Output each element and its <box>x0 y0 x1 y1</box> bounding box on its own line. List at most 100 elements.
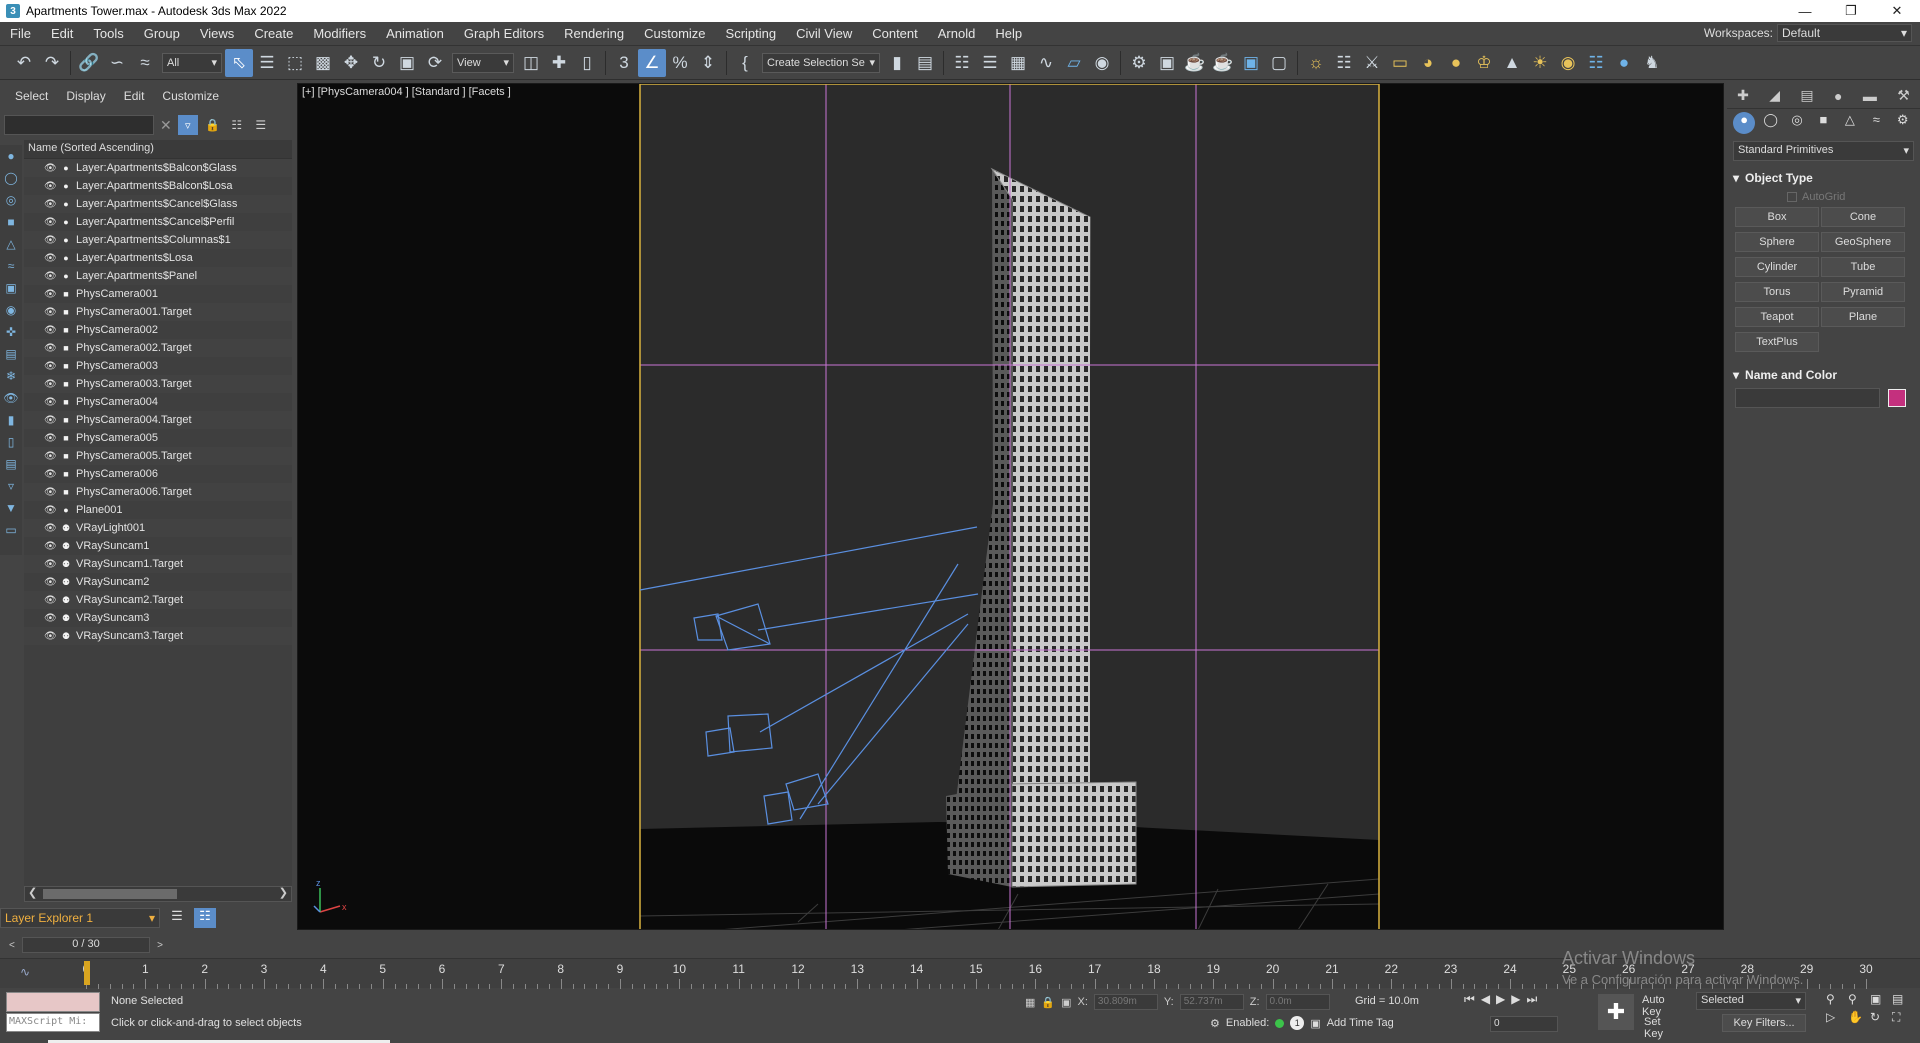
percent-snap-icon[interactable]: % <box>666 49 694 77</box>
list-item[interactable]: 👁 ● Layer:Apartments$Cancel$Glass <box>24 195 292 213</box>
link-icon[interactable]: 🔗 <box>75 49 103 77</box>
visibility-eye-icon[interactable]: 👁 <box>44 289 58 300</box>
visibility-eye-icon[interactable]: 👁 <box>44 433 58 444</box>
plane-button[interactable]: Plane <box>1821 307 1905 327</box>
explorer-tab-select[interactable]: Select <box>6 89 57 109</box>
menu-graph-editors[interactable]: Graph Editors <box>454 26 554 41</box>
name-color-rollout[interactable]: ▾ Name and Color <box>1733 366 1914 384</box>
visibility-eye-icon[interactable]: 👁 <box>44 325 58 336</box>
list-item[interactable]: 👁 ■ PhysCamera003.Target <box>24 375 292 393</box>
box-button[interactable]: Box <box>1735 207 1819 227</box>
frozen-filter-icon[interactable]: ❄ <box>3 367 19 384</box>
render-setup-icon[interactable]: ⚙ <box>1125 49 1153 77</box>
visibility-eye-icon[interactable]: 👁 <box>44 235 58 246</box>
vray-sun-icon[interactable]: ☀ <box>1526 49 1554 77</box>
menu-content[interactable]: Content <box>862 26 928 41</box>
enabled-indicator[interactable] <box>1275 1018 1285 1028</box>
x-coordinate-field[interactable]: 30.809m <box>1093 994 1158 1010</box>
align-icon[interactable]: ▤ <box>911 49 939 77</box>
visibility-eye-icon[interactable]: 👁 <box>44 163 58 174</box>
cylinder-button[interactable]: Cylinder <box>1735 257 1819 277</box>
menu-edit[interactable]: Edit <box>41 26 83 41</box>
play-icon[interactable]: ▶ <box>1496 992 1505 1007</box>
visibility-eye-icon[interactable]: 👁 <box>44 343 58 354</box>
minimize-button[interactable]: — <box>1782 0 1828 22</box>
space-warps-category-icon[interactable]: ≈ <box>1865 112 1887 134</box>
maxscript-mini-listener[interactable]: MAXScript Mi: <box>6 1013 100 1032</box>
list-item[interactable]: 👁 ■ PhysCamera002 <box>24 321 292 339</box>
material-editor-icon[interactable]: ◉ <box>1088 49 1116 77</box>
redo-icon[interactable]: ↷ <box>38 49 66 77</box>
display-none-icon[interactable]: ▯ <box>3 433 19 450</box>
geometry-filter-icon[interactable]: ● <box>3 147 19 164</box>
add-time-tag-button[interactable]: Add Time Tag <box>1327 1017 1394 1029</box>
zoom-all-icon[interactable]: ⚲ <box>1848 992 1870 1006</box>
helper-filter-icon[interactable]: △ <box>3 235 19 252</box>
pivot-center-icon[interactable]: ◫ <box>517 49 545 77</box>
visibility-eye-icon[interactable]: 👁 <box>44 541 58 552</box>
toggle-ribbon-icon[interactable]: ▦ <box>1004 49 1032 77</box>
container-filter-icon[interactable]: ▤ <box>3 345 19 362</box>
utilities-tab-icon[interactable]: ⚒ <box>1897 87 1910 104</box>
menu-arnold[interactable]: Arnold <box>928 26 986 41</box>
maximize-viewport-icon[interactable]: ⛶ <box>1892 1010 1914 1025</box>
vray-light-icon[interactable]: ☼ <box>1302 49 1330 77</box>
close-icon[interactable]: ✕ <box>160 117 172 134</box>
adaptive-degradation-icon[interactable]: ⚙ <box>1210 1017 1220 1030</box>
list-item[interactable]: 👁 ● Layer:Apartments$Cancel$Perfil <box>24 213 292 231</box>
filter-icon[interactable]: ▿ <box>177 115 198 135</box>
auto-key-button[interactable]: Auto Key <box>1642 994 1665 1018</box>
menu-group[interactable]: Group <box>134 26 190 41</box>
go-to-end-icon[interactable]: ⏭ <box>1527 992 1538 1007</box>
object-type-rollout[interactable]: ▾ Object Type <box>1733 169 1914 187</box>
textplus-button[interactable]: TextPlus <box>1735 332 1819 352</box>
modify-tab-icon[interactable]: ◢ <box>1769 87 1780 104</box>
funnel-icon[interactable]: ▼ <box>3 499 19 516</box>
keyboard-shortcut-override-icon[interactable]: ▯ <box>573 49 601 77</box>
vray-sky-icon[interactable]: ◉ <box>1554 49 1582 77</box>
shape-filter-icon[interactable]: ◯ <box>3 169 19 186</box>
vray-toolbar-icon[interactable]: ⚔ <box>1358 49 1386 77</box>
hierarchy-tab-icon[interactable]: ▤ <box>1800 87 1813 104</box>
layer-bin-icon[interactable]: ▭ <box>3 521 19 538</box>
vray-fur-icon[interactable]: ☷ <box>1582 49 1610 77</box>
visibility-eye-icon[interactable]: 👁 <box>44 415 58 426</box>
cone-button[interactable]: Cone <box>1821 207 1905 227</box>
isolate-icon[interactable]: ▦ <box>1025 996 1035 1009</box>
visibility-eye-icon[interactable]: 👁 <box>44 217 58 228</box>
motion-tab-icon[interactable]: ● <box>1834 88 1842 104</box>
object-name-input[interactable] <box>1735 388 1880 408</box>
named-selection-dropdown[interactable]: Create Selection Se ▾ <box>762 52 880 73</box>
mirror-icon[interactable]: ▮ <box>883 49 911 77</box>
hierarchy-icon[interactable]: ☷ <box>228 118 246 132</box>
vray-ies-light-icon[interactable]: ♔ <box>1470 49 1498 77</box>
unlink-icon[interactable]: ∽ <box>103 49 131 77</box>
enabled-count[interactable]: 1 <box>1290 1016 1305 1030</box>
geosphere-button[interactable]: GeoSphere <box>1821 232 1905 252</box>
visibility-eye-icon[interactable]: 👁 <box>44 487 58 498</box>
layer-explorer-icon[interactable]: ☰ <box>976 49 1004 77</box>
zoom-extents-all-icon[interactable]: ▤ <box>1892 992 1914 1006</box>
fov-icon[interactable]: ▷ <box>1826 1010 1848 1025</box>
list-item[interactable]: 👁 ⚉ VRaySuncam2.Target <box>24 591 292 609</box>
chevron-right-icon[interactable]: > <box>154 940 166 951</box>
visibility-eye-icon[interactable]: 👁 <box>44 397 58 408</box>
sort-by-layer-icon[interactable]: ☷ <box>194 908 216 928</box>
primitive-type-dropdown[interactable]: Standard Primitives ▾ <box>1733 141 1914 161</box>
visibility-eye-icon[interactable]: 👁 <box>44 613 58 624</box>
systems-category-icon[interactable]: ⚙ <box>1892 112 1914 134</box>
camera-filter-icon[interactable]: ■ <box>3 213 19 230</box>
list-item[interactable]: 👁 ■ PhysCamera006.Target <box>24 483 292 501</box>
list-item[interactable]: 👁 ⚉ VRaySuncam2 <box>24 573 292 591</box>
explorer-search-input[interactable] <box>4 115 154 135</box>
explorer-tab-display[interactable]: Display <box>57 89 114 109</box>
visibility-eye-icon[interactable]: 👁 <box>44 361 58 372</box>
menu-help[interactable]: Help <box>985 26 1032 41</box>
list-item[interactable]: 👁 ● Layer:Apartments$Balcon$Losa <box>24 177 292 195</box>
lights-category-icon[interactable]: ◎ <box>1786 112 1808 134</box>
shapes-category-icon[interactable]: ◯ <box>1760 112 1782 134</box>
list-item[interactable]: 👁 ⚉ VRaySuncam3 <box>24 609 292 627</box>
orbit-icon[interactable]: ↻ <box>1870 1010 1892 1025</box>
layer-hierarchy-icon[interactable]: ☰ <box>252 118 270 132</box>
geometry-category-icon[interactable]: ● <box>1733 112 1756 134</box>
